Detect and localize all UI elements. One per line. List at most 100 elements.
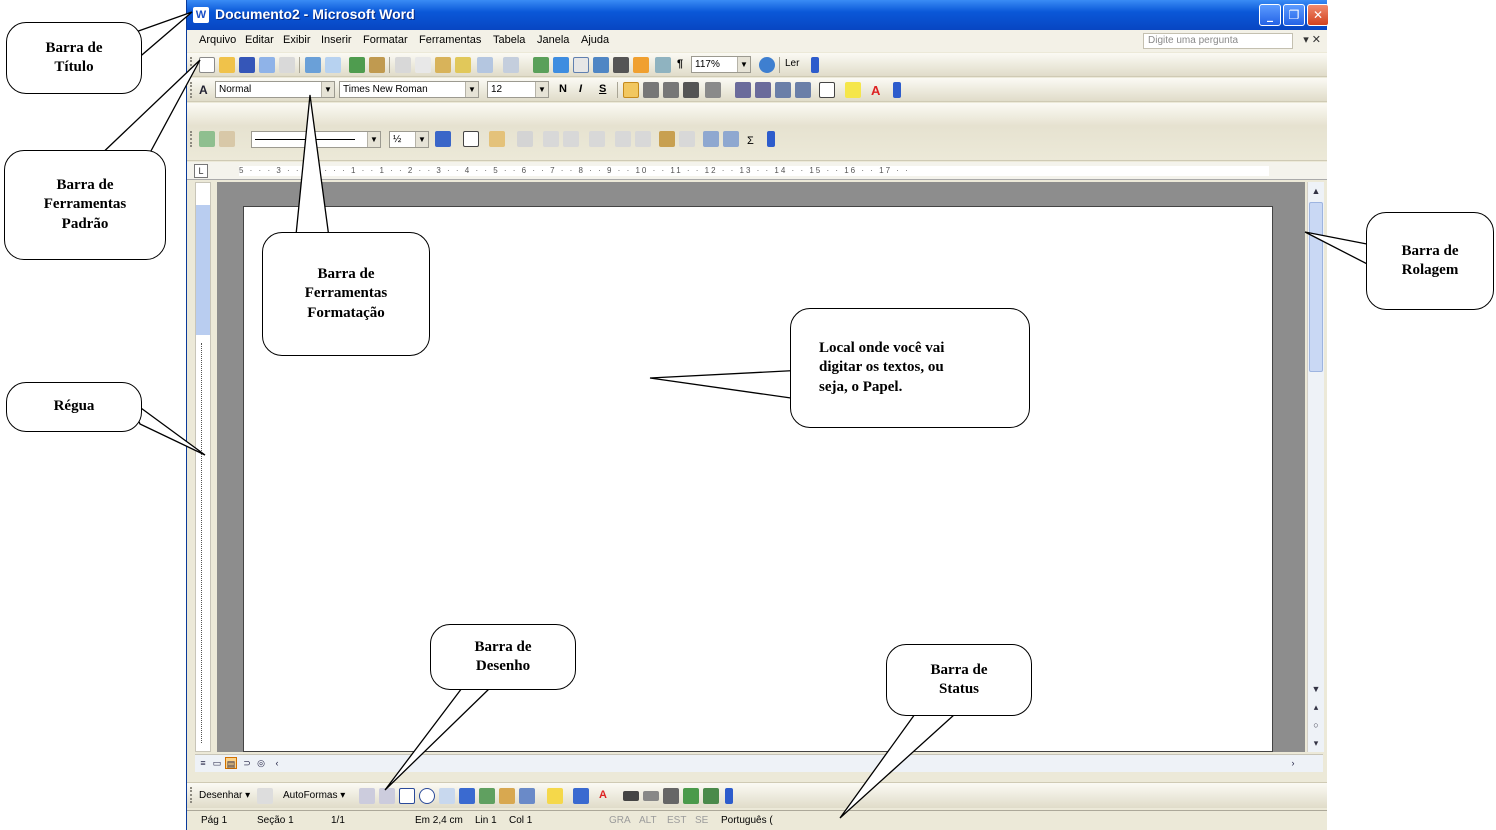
dash-style-icon[interactable]	[643, 791, 659, 801]
hyperlink-icon[interactable]	[533, 57, 549, 73]
document-close-icon[interactable]: ▾ ✕	[1303, 33, 1321, 46]
increase-indent-icon[interactable]	[795, 82, 811, 98]
ruler-marks[interactable]: 5 · · · 3 · · · 1 · · · 1 · · 1 · · 2 · …	[239, 166, 1269, 176]
copy-icon[interactable]	[415, 57, 431, 73]
menu-formatar[interactable]: Formatar	[363, 34, 408, 46]
cut-icon[interactable]	[395, 57, 411, 73]
align-center-icon[interactable]	[643, 82, 659, 98]
permission-icon[interactable]	[259, 57, 275, 73]
previous-page-icon[interactable]: ▴	[1309, 700, 1323, 714]
line-icon[interactable]	[359, 788, 375, 804]
menu-inserir[interactable]: Inserir	[321, 34, 352, 46]
menu-ajuda[interactable]: Ajuda	[581, 34, 609, 46]
border-color-icon[interactable]	[435, 131, 451, 147]
outside-border-icon[interactable]	[463, 131, 479, 147]
zoom-dropdown[interactable]: 117% ▼	[691, 56, 751, 73]
autoshapes-menu-button[interactable]: AutoFormas ▾	[283, 790, 345, 801]
line-spacing-icon[interactable]	[705, 82, 721, 98]
rectangle-icon[interactable]	[399, 788, 415, 804]
menu-ferramentas[interactable]: Ferramentas	[419, 34, 481, 46]
toolbar-grip[interactable]	[190, 82, 193, 98]
scroll-right-icon[interactable]: ›	[1287, 757, 1299, 769]
toolbar-options-icon[interactable]	[767, 131, 775, 147]
autosum-icon[interactable]: Σ	[747, 135, 754, 147]
minimize-button[interactable]: _	[1259, 4, 1281, 26]
align-left-icon[interactable]	[623, 82, 639, 98]
status-trk[interactable]: ALT	[639, 815, 657, 826]
horizontal-scrollbar[interactable]: ≡ ▭ ▤ ⊃ ◎ ‹ ›	[195, 754, 1323, 772]
redo-icon[interactable]	[503, 57, 519, 73]
ask-question-input[interactable]: Digite uma pergunta	[1143, 33, 1293, 49]
insert-picture-icon[interactable]	[519, 788, 535, 804]
toolbar-options-icon[interactable]	[893, 82, 901, 98]
insert-table-tb-icon[interactable]	[517, 131, 533, 147]
font-dropdown[interactable]: Times New Roman ▼	[339, 81, 479, 98]
paste-icon[interactable]	[435, 57, 451, 73]
line-weight-dropdown[interactable]: ½ ▼	[389, 131, 429, 148]
undo-icon[interactable]	[477, 57, 493, 73]
research-book-icon[interactable]	[369, 57, 385, 73]
decrease-indent-icon[interactable]	[775, 82, 791, 98]
oval-icon[interactable]	[419, 788, 435, 804]
format-painter-icon[interactable]	[455, 57, 471, 73]
highlight-icon[interactable]	[845, 82, 861, 98]
columns-icon[interactable]	[613, 57, 629, 73]
font-color-drawing-icon[interactable]: A	[599, 789, 607, 801]
vertical-ruler[interactable]	[195, 182, 211, 752]
scroll-down-icon[interactable]: ▼	[1309, 682, 1323, 696]
split-cells-icon[interactable]	[563, 131, 579, 147]
arrow-icon[interactable]	[379, 788, 395, 804]
merge-cells-icon[interactable]	[543, 131, 559, 147]
bullets-icon[interactable]	[755, 82, 771, 98]
line-style-icon[interactable]	[623, 791, 639, 801]
close-button[interactable]: ✕	[1307, 4, 1329, 26]
save-icon[interactable]	[239, 57, 255, 73]
help-icon[interactable]	[759, 57, 775, 73]
styles-icon[interactable]: A	[199, 83, 208, 97]
align-cell-icon[interactable]	[589, 131, 605, 147]
vertical-scrollbar[interactable]: ▲ ▼ ▴ ○ ▾	[1307, 182, 1324, 752]
status-ext[interactable]: EST	[667, 815, 686, 826]
read-mode-button[interactable]: Ler	[785, 58, 799, 69]
insert-table-icon[interactable]	[573, 57, 589, 73]
clip-art-icon[interactable]	[499, 788, 515, 804]
eraser-icon[interactable]	[219, 131, 235, 147]
draw-table-icon[interactable]	[199, 131, 215, 147]
3d-style-icon[interactable]	[703, 788, 719, 804]
distribute-columns-icon[interactable]	[635, 131, 651, 147]
reading-view-icon[interactable]: ◎	[255, 757, 267, 769]
align-right-icon[interactable]	[663, 82, 679, 98]
toolbar-grip[interactable]	[190, 131, 193, 147]
menu-exibir[interactable]: Exibir	[283, 34, 311, 46]
line-style-dropdown[interactable]: ▼	[251, 131, 381, 148]
new-document-icon[interactable]	[199, 57, 215, 73]
document-map-icon[interactable]	[655, 57, 671, 73]
print-layout-icon[interactable]: ▤	[225, 757, 237, 769]
draw-menu-button[interactable]: Desenhar ▾	[199, 790, 250, 801]
scroll-thumb[interactable]	[1309, 202, 1323, 372]
italic-button[interactable]: I	[579, 83, 582, 95]
maximize-button[interactable]: ❐	[1283, 4, 1305, 26]
distribute-rows-icon[interactable]	[615, 131, 631, 147]
next-page-icon[interactable]: ▾	[1309, 736, 1323, 750]
menu-arquivo[interactable]: Arquivo	[199, 34, 236, 46]
justify-icon[interactable]	[683, 82, 699, 98]
sort-descending-icon[interactable]	[723, 131, 739, 147]
diagram-icon[interactable]	[479, 788, 495, 804]
toolbar-grip[interactable]	[190, 57, 193, 73]
insert-excel-icon[interactable]	[593, 57, 609, 73]
browse-object-icon[interactable]: ○	[1309, 718, 1323, 732]
text-box-icon[interactable]	[439, 788, 455, 804]
menu-janela[interactable]: Janela	[537, 34, 569, 46]
tab-selector-icon[interactable]: L	[194, 164, 208, 178]
font-color-icon[interactable]: A	[871, 83, 880, 98]
menu-editar[interactable]: Editar	[245, 34, 274, 46]
research-icon[interactable]	[325, 57, 341, 73]
word-app-icon[interactable]: W	[193, 7, 209, 23]
wordart-icon[interactable]	[459, 788, 475, 804]
status-language[interactable]: Português (	[721, 815, 773, 826]
toolbar-options-icon[interactable]	[725, 788, 733, 804]
border-icon[interactable]	[819, 82, 835, 98]
drawing-icon[interactable]	[633, 57, 649, 73]
autoformat-table-icon[interactable]	[659, 131, 675, 147]
